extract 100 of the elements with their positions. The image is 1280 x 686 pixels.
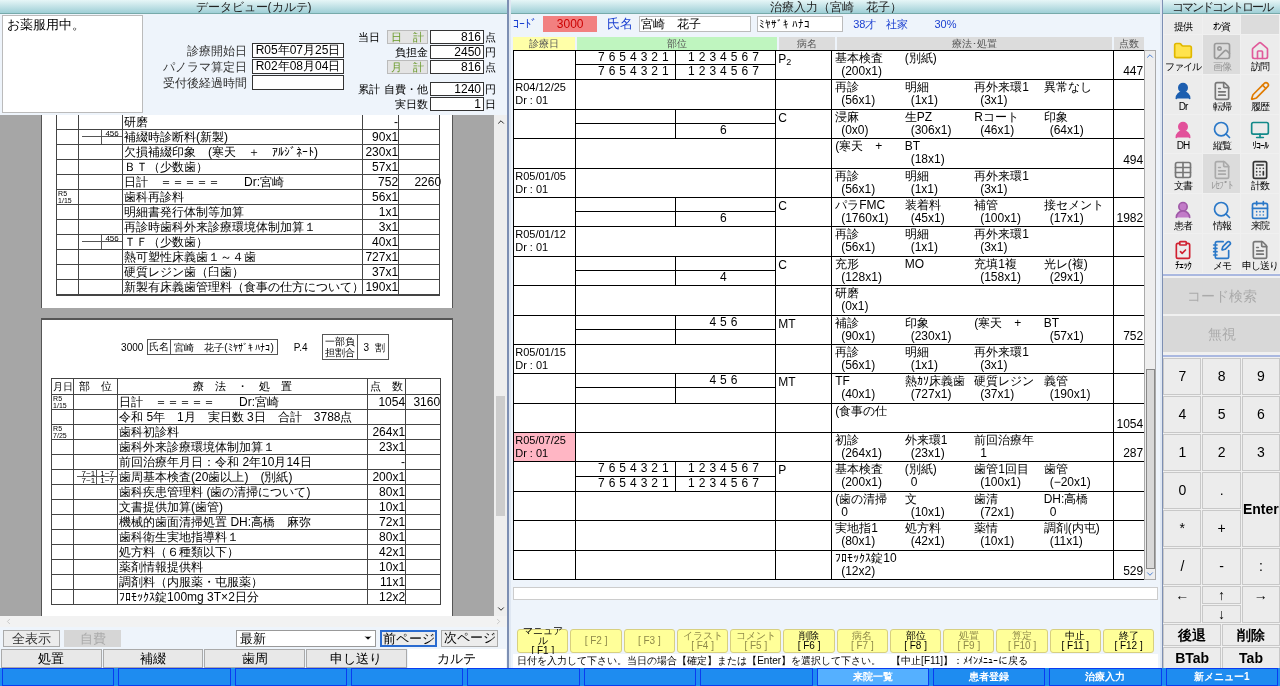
function-key[interactable]: 処置 [ F9 ] bbox=[943, 629, 995, 653]
keypad-key[interactable]: 0 bbox=[1163, 472, 1202, 509]
page-button[interactable]: 次ページ bbox=[441, 629, 498, 647]
function-key[interactable]: 算定 [ F10 ] bbox=[996, 629, 1048, 653]
function-key[interactable]: コメント [ F5 ] bbox=[730, 629, 782, 653]
page-select[interactable]: 最新 bbox=[236, 629, 376, 647]
tool-button[interactable]: 患者 bbox=[1164, 194, 1202, 234]
tooth-cell[interactable]: 7654321 bbox=[576, 462, 676, 477]
tool-button[interactable]: ファイル bbox=[1164, 34, 1202, 74]
tab[interactable]: 申し送り bbox=[305, 649, 407, 668]
keypad-key[interactable]: 7 bbox=[1163, 358, 1202, 395]
date-cell[interactable]: R05/07/25 Dr : 01 bbox=[514, 433, 577, 462]
tooth-cell[interactable]: 456 bbox=[675, 315, 776, 330]
keypad-key[interactable]: 5 bbox=[1202, 396, 1241, 433]
date-cell[interactable]: R05/01/12 Dr : 01 bbox=[514, 227, 577, 256]
tool-button[interactable]: DH bbox=[1164, 114, 1202, 154]
date-cell[interactable]: R04/12/25 Dr : 01 bbox=[514, 80, 577, 109]
tool-button[interactable]: 情報 bbox=[1202, 194, 1241, 234]
keypad-key[interactable]: - bbox=[1202, 548, 1241, 585]
tool-button[interactable]: 来院 bbox=[1241, 194, 1279, 234]
tab[interactable]: 歯周 bbox=[204, 649, 305, 668]
keypad-key[interactable]: 4 bbox=[1163, 396, 1202, 433]
tool-button[interactable]: 履歴 bbox=[1241, 74, 1279, 114]
tooth-cell[interactable]: 6 bbox=[675, 123, 776, 139]
edit-key[interactable]: BTab bbox=[1163, 647, 1222, 669]
edit-key[interactable]: Tab bbox=[1222, 647, 1280, 669]
tool-button[interactable]: 計数 bbox=[1241, 154, 1279, 194]
function-key[interactable]: 終了 [ F12 ] bbox=[1102, 629, 1155, 653]
date-field[interactable] bbox=[252, 75, 344, 90]
tool-button[interactable]: 縦覧 bbox=[1202, 114, 1241, 154]
scroll-thumb[interactable] bbox=[496, 395, 506, 516]
scrollbar[interactable] bbox=[1144, 50, 1157, 581]
tooth-cell[interactable]: 7654321 bbox=[576, 65, 676, 80]
tab[interactable]: 補綴 bbox=[102, 649, 204, 668]
kana-field[interactable]: ﾐﾔｻﾞｷ ﾊﾅｺ bbox=[757, 16, 844, 32]
tab[interactable]: カルテ bbox=[407, 649, 507, 668]
keypad-key[interactable]: ↓ bbox=[1202, 605, 1241, 623]
keypad-key[interactable]: + bbox=[1202, 510, 1241, 547]
tool-button[interactable]: ｵﾝ資 bbox=[1202, 15, 1241, 34]
tool-button[interactable]: Dr bbox=[1164, 74, 1202, 114]
toolbar-button[interactable]: 全表示 bbox=[3, 629, 60, 647]
scroll-up-icon[interactable] bbox=[495, 117, 506, 127]
tooth-cell[interactable] bbox=[576, 256, 676, 271]
name-field[interactable]: 宮崎 花子 bbox=[639, 16, 752, 32]
tooth-cell[interactable]: 7654321 bbox=[576, 476, 676, 491]
tool-button[interactable]: ﾘｺｰﾙ bbox=[1241, 114, 1279, 154]
function-key[interactable]: 中止 [ F11 ] bbox=[1049, 629, 1101, 653]
dropdown-icon[interactable] bbox=[363, 633, 373, 643]
date-field[interactable]: R05年07月25日 bbox=[252, 43, 344, 58]
page-button[interactable]: 前ページ bbox=[380, 629, 437, 647]
tab[interactable]: 処置 bbox=[1, 649, 102, 668]
tooth-cell[interactable] bbox=[576, 109, 676, 124]
keypad-key[interactable]: → bbox=[1241, 586, 1280, 623]
keypad-key[interactable]: : bbox=[1241, 548, 1280, 585]
keypad-key[interactable]: / bbox=[1163, 548, 1202, 585]
edit-key[interactable]: 後退 bbox=[1163, 624, 1222, 646]
tooth-cell[interactable]: 6 bbox=[675, 212, 776, 227]
tool-button[interactable]: ﾁｪｯｸ bbox=[1164, 234, 1202, 273]
keypad-key[interactable]: ← bbox=[1163, 586, 1202, 623]
tool-button[interactable]: 転帰 bbox=[1202, 74, 1241, 114]
keypad-key[interactable]: 1 bbox=[1163, 434, 1202, 471]
keypad-key[interactable]: 9 bbox=[1241, 358, 1280, 395]
keypad-key[interactable]: * bbox=[1163, 510, 1202, 547]
keypad-key[interactable]: 2 bbox=[1202, 434, 1241, 471]
tooth-cell[interactable]: 7654321 bbox=[576, 51, 676, 66]
tooth-cell[interactable]: 1234567 bbox=[675, 51, 776, 66]
tooth-cell[interactable] bbox=[576, 197, 676, 213]
function-key[interactable]: [ F3 ] bbox=[623, 629, 675, 653]
tool-button[interactable]: 文書 bbox=[1164, 154, 1202, 194]
tool-button[interactable]: メモ bbox=[1202, 234, 1241, 273]
function-key[interactable]: 部位 [ F8 ] bbox=[889, 629, 942, 653]
date-cell[interactable]: R05/01/15 Dr : 01 bbox=[514, 344, 577, 374]
tool-button[interactable]: 提供 bbox=[1164, 15, 1202, 34]
tooth-cell[interactable] bbox=[576, 374, 676, 389]
tool-button[interactable]: 訪問 bbox=[1241, 34, 1279, 74]
tooth-cell[interactable]: 1234567 bbox=[675, 476, 776, 491]
edit-key[interactable]: 削除 bbox=[1222, 624, 1280, 646]
keypad-key[interactable]: ↑ bbox=[1202, 586, 1241, 604]
date-field[interactable]: R02年08月04日 bbox=[252, 59, 344, 74]
function-key[interactable]: [ F2 ] bbox=[570, 629, 622, 653]
memo-field[interactable]: お薬服用中。 bbox=[2, 15, 143, 113]
keypad-key[interactable]: 3 bbox=[1241, 434, 1280, 471]
date-cell[interactable]: R05/01/05 Dr : 01 bbox=[514, 168, 577, 197]
input-field[interactable] bbox=[513, 587, 1159, 601]
tooth-cell[interactable]: 1234567 bbox=[675, 462, 776, 477]
function-key[interactable]: 削除 [ F6 ] bbox=[783, 629, 835, 653]
keypad-key[interactable]: 8 bbox=[1202, 358, 1241, 395]
keypad-key[interactable]: Enter bbox=[1241, 472, 1280, 547]
scroll-thumb[interactable] bbox=[1145, 369, 1155, 570]
tooth-cell[interactable] bbox=[576, 315, 676, 330]
scroll-down-icon[interactable] bbox=[495, 604, 506, 614]
function-key[interactable]: 病名 [ F7 ] bbox=[836, 629, 888, 653]
keypad-key[interactable]: 6 bbox=[1241, 396, 1280, 433]
tooth-cell[interactable]: 4 bbox=[675, 270, 776, 286]
tooth-cell[interactable]: 456 bbox=[675, 374, 776, 389]
keypad-key[interactable]: . bbox=[1202, 472, 1241, 509]
function-key[interactable]: イラスト [ F4 ] bbox=[676, 629, 729, 653]
tooth-cell[interactable]: 1234567 bbox=[675, 65, 776, 80]
scrollbar[interactable] bbox=[494, 115, 508, 616]
tool-button[interactable]: 申し送り bbox=[1241, 234, 1279, 273]
